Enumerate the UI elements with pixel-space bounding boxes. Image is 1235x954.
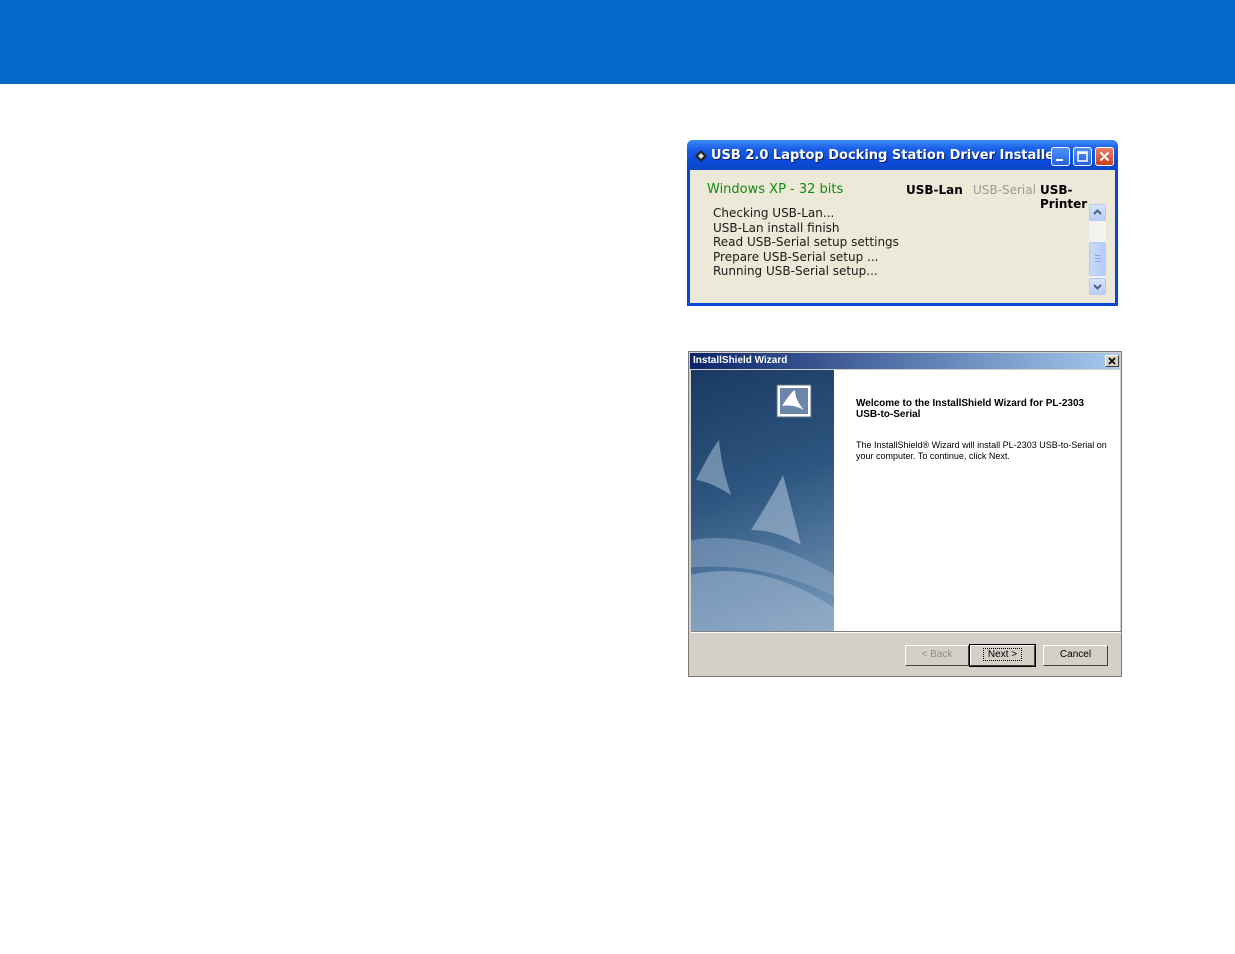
installer-app-icon <box>693 148 709 164</box>
wizard-description: The InstallShield® Wizard will install P… <box>856 440 1107 461</box>
maximize-button[interactable] <box>1073 147 1092 166</box>
next-button[interactable]: Next > <box>969 644 1036 667</box>
installshield-logo-icon <box>776 384 812 418</box>
minimize-button[interactable] <box>1051 147 1070 166</box>
log-line: Running USB-Serial setup... <box>713 264 878 279</box>
wizard-close-button[interactable] <box>1105 355 1119 367</box>
log-scrollbar[interactable] <box>1089 204 1106 295</box>
wizard-content-panel: Welcome to the InstallShield Wizard for … <box>834 370 1120 631</box>
next-button-label: Next > <box>982 648 1023 661</box>
os-label: Windows XP - 32 bits <box>707 182 844 197</box>
log-line: USB-Lan install finish <box>713 220 840 235</box>
installer-title-bar[interactable]: USB 2.0 Laptop Docking Station Driver In… <box>687 140 1118 170</box>
close-button[interactable] <box>1095 147 1114 166</box>
wizard-title: InstallShield Wizard <box>693 355 788 366</box>
wizard-divider <box>691 631 1121 633</box>
component-usb-lan: USB-Lan <box>906 183 963 197</box>
install-log: Checking USB-Lan... USB-Lan install fini… <box>713 206 1083 296</box>
wizard-heading: Welcome to the InstallShield Wizard for … <box>856 398 1085 420</box>
scroll-thumb[interactable] <box>1089 242 1106 276</box>
wizard-title-bar[interactable]: InstallShield Wizard <box>690 353 1120 369</box>
back-button[interactable]: < Back <box>905 645 969 666</box>
scroll-down-button[interactable] <box>1089 278 1106 295</box>
log-line: Checking USB-Lan... <box>713 206 835 220</box>
cancel-button[interactable]: Cancel <box>1043 645 1108 666</box>
installer-body: Windows XP - 32 bits USB-Lan USB-Serial … <box>690 170 1115 303</box>
top-banner <box>0 0 1235 84</box>
scroll-up-button[interactable] <box>1089 204 1106 221</box>
wizard-side-artwork <box>691 370 834 631</box>
driver-installer-window: USB 2.0 Laptop Docking Station Driver In… <box>687 140 1118 306</box>
log-line: Read USB-Serial setup settings <box>713 235 899 250</box>
component-usb-serial: USB-Serial <box>973 183 1036 197</box>
log-line: Prepare USB-Serial setup ... <box>713 249 879 264</box>
installshield-wizard-window: InstallShield Wizard Welcome to the Inst… <box>688 351 1122 677</box>
installer-title: USB 2.0 Laptop Docking Station Driver In… <box>711 148 1061 163</box>
